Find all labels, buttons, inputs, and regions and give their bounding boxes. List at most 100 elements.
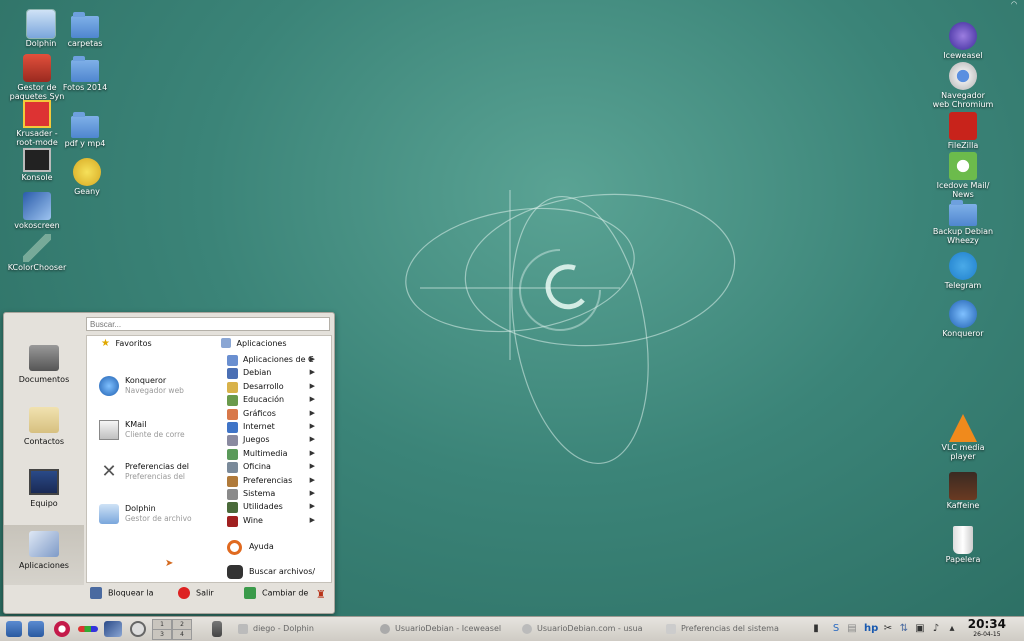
app-category-item[interactable]: Utilidades ▶ <box>225 501 329 514</box>
vokoscreen-icon <box>23 192 51 220</box>
icedove-icon <box>949 152 977 180</box>
app-category-item[interactable]: Aplicaciones de C ▶ <box>225 354 329 367</box>
debian-swirl-icon[interactable] <box>54 621 70 637</box>
favorite-kmail[interactable]: KMail Cliente de corre <box>99 420 209 444</box>
task-iceweasel[interactable]: UsuarioDebian - Iceweasel <box>380 620 501 638</box>
favorite-title: Konqueror <box>125 376 167 385</box>
find-files-item[interactable]: Buscar archivos/ <box>225 562 329 582</box>
app-category-item[interactable]: Internet ▶ <box>225 421 329 434</box>
lock-screen-button[interactable]: Bloquear la <box>90 587 154 603</box>
desktop-icon-vlc[interactable]: VLC media player <box>932 414 994 461</box>
app-category-item[interactable]: Multimedia ▶ <box>225 448 329 461</box>
app-category-item[interactable]: Desarrollo ▶ <box>225 381 329 394</box>
activities-icon[interactable] <box>130 621 146 637</box>
task-dolphin[interactable]: diego - Dolphin <box>238 620 314 638</box>
app-category-icon <box>227 489 238 500</box>
desktop-icon-iceweasel[interactable]: Iceweasel <box>932 22 994 60</box>
logout-button[interactable]: Salir <box>178 587 214 603</box>
chevron-right-icon: ▶ <box>309 355 315 363</box>
digital-clock[interactable]: 20:34 26-04-15 <box>968 618 1006 639</box>
sidebar-item-documentos[interactable]: Documentos <box>4 339 84 399</box>
sidebar-item-equipo[interactable]: Equipo <box>4 463 84 523</box>
desktop-icon-telegram[interactable]: Telegram <box>932 252 994 290</box>
launcher-content-panel: ★ Favoritos Aplicaciones Konqueror Naveg… <box>86 335 332 583</box>
device-notifier-icon[interactable]: ▣ <box>914 623 926 635</box>
app-category-icon <box>227 368 238 380</box>
synaptic-icon <box>23 54 51 82</box>
favorite-system-settings[interactable]: ✕ Preferencias del Preferencias del <box>99 462 209 486</box>
kde-launcher-icon[interactable] <box>6 621 22 637</box>
applications-header-icon <box>221 338 231 348</box>
iceweasel-icon <box>949 22 977 50</box>
sidebar-item-aplicaciones[interactable]: Aplicaciones <box>4 525 84 585</box>
switch-user-button[interactable]: Cambiar de <box>244 587 308 603</box>
sidebar-item-contactos[interactable]: Contactos <box>4 401 84 461</box>
task-system-settings[interactable]: Preferencias del sistema <box>666 620 779 638</box>
desktop-icon-carpetas[interactable]: carpetas <box>54 10 116 48</box>
chromium-icon <box>949 62 977 90</box>
app-category-item[interactable]: Gráficos ▶ <box>225 408 329 421</box>
desktop-icon-chromium[interactable]: Navegador web Chromium <box>932 62 994 109</box>
app-category-icon <box>227 435 238 447</box>
desktop-icon-icedove[interactable]: Icedove Mail/ News <box>932 152 994 199</box>
app-category-item[interactable]: Juegos ▶ <box>225 434 329 447</box>
typewriter-icon <box>29 345 59 371</box>
app-category-item[interactable]: Wine ▶ <box>225 515 329 528</box>
skype-icon[interactable]: S <box>830 623 842 635</box>
favorite-dolphin[interactable]: Dolphin Gestor de archivo <box>99 504 209 528</box>
app-category-item[interactable]: Sistema ▶ <box>225 488 329 501</box>
desktop-toolbox-icon[interactable]: ◠ <box>1006 0 1022 8</box>
kde-menu-icon[interactable] <box>28 621 44 637</box>
tray-expand-icon[interactable]: ▴ <box>946 623 958 635</box>
help-item[interactable]: Ayuda <box>225 538 329 558</box>
app-category-item[interactable]: Oficina ▶ <box>225 461 329 474</box>
desktop-icon-konqueror[interactable]: Konqueror <box>932 300 994 338</box>
folder-icon <box>71 112 99 138</box>
task-label: UsuarioDebian.com - usua <box>537 624 643 633</box>
icon-label: VLC media player <box>941 443 985 461</box>
app-category-item[interactable]: Preferencias ▶ <box>225 475 329 488</box>
scissors-icon[interactable]: ✂ <box>882 623 894 635</box>
favorite-konqueror[interactable]: Konqueror Navegador web <box>99 376 209 400</box>
icon-label: Backup Debian Wheezy <box>932 227 994 245</box>
dolphin-icon <box>99 504 119 524</box>
star-icon: ★ <box>101 338 110 349</box>
task-chromium[interactable]: UsuarioDebian.com - usua <box>522 620 643 638</box>
switch-user-icon <box>244 587 256 599</box>
desktop-icon-kaffeine[interactable]: Kaffeine <box>932 472 994 510</box>
desktop-icon-fotos-2014[interactable]: Fotos 2014 <box>54 54 116 92</box>
search-input[interactable] <box>86 317 330 331</box>
sidebar-item-label: Contactos <box>23 437 65 446</box>
task-label: UsuarioDebian - Iceweasel <box>395 624 502 633</box>
clipboard-icon[interactable]: ▤ <box>846 623 858 635</box>
hp-printer-icon[interactable]: hp <box>864 623 878 635</box>
desktop: Dolphin carpetas Gestor de paquetes Syn … <box>0 0 1024 616</box>
usb-device-icon[interactable]: ▮ <box>810 623 822 635</box>
app-category-icon <box>227 502 238 514</box>
chevron-right-icon: ▶ <box>309 462 315 471</box>
desktop-icon-vokoscreen[interactable]: vokoscreen <box>6 192 68 230</box>
desktop-icon-papelera[interactable]: Papelera <box>932 526 994 564</box>
icon-label: pdf y mp4 <box>64 139 106 148</box>
pager-desktop-3[interactable]: 3 <box>152 629 172 640</box>
color-dots-icon[interactable] <box>78 626 98 632</box>
lifebuoy-icon <box>227 540 242 555</box>
folder-icon <box>949 200 977 226</box>
binoculars-icon <box>227 565 243 579</box>
pager-desktop-4[interactable]: 4 <box>172 629 192 640</box>
virtual-desktop-pager[interactable]: 1 2 3 4 <box>152 619 192 640</box>
app-category-item[interactable]: Educación ▶ <box>225 394 329 407</box>
desktop-icon-backup-debian[interactable]: Backup Debian Wheezy <box>932 198 994 245</box>
desktop-icon-filezilla[interactable]: FileZilla <box>932 112 994 150</box>
desktop-icon-pdf-mp4[interactable]: pdf y mp4 <box>54 110 116 148</box>
calculator-icon[interactable] <box>212 621 222 637</box>
favorites-header-label: Favoritos <box>115 339 152 348</box>
network-icon[interactable]: ⇅ <box>898 623 910 635</box>
app-category-item[interactable]: Debian ▶ <box>225 367 329 380</box>
clock-time: 20:34 <box>967 617 1006 631</box>
icon-label: Telegram <box>944 281 982 290</box>
desktop-preview-icon[interactable] <box>104 621 122 637</box>
desktop-icon-geany[interactable]: Geany <box>56 158 118 196</box>
desktop-icon-kcolorchooser[interactable]: KColorChooser <box>6 234 68 272</box>
volume-icon[interactable]: ♪ <box>930 623 942 635</box>
